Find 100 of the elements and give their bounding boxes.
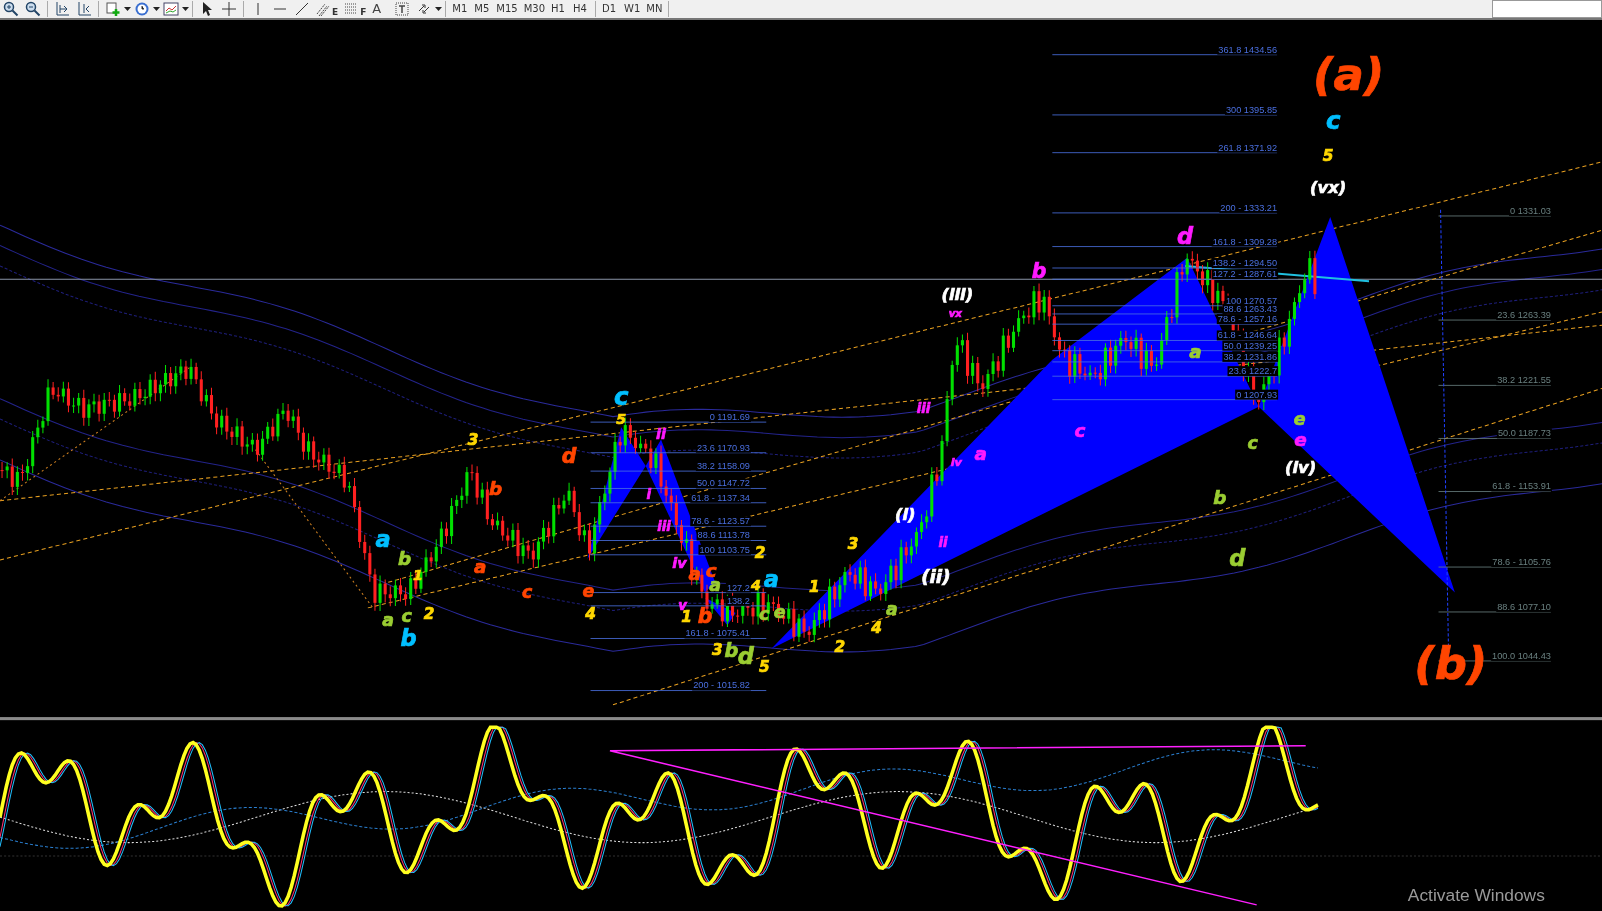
fibonacci-level-label: 0 1207.93 [1236,389,1278,400]
wave-label: 4 [751,576,761,593]
wave-label: 2 [754,543,766,562]
template-icon[interactable] [160,0,182,18]
wave-label: a [886,599,898,619]
wave-label: b [697,604,713,629]
wave-label: c [1247,432,1258,453]
wave-label: 5 [758,658,770,677]
wave-label: c [522,581,533,602]
wave-label: vx [948,308,962,319]
fibonacci-level-label: 88.6 1113.78 [697,530,750,541]
timeframe-button[interactable]: M30 [520,0,549,18]
wave-label: e [1294,428,1307,450]
fibonacci-icon [316,1,332,17]
wave-label: (ii) [921,566,951,588]
wave-label: b [400,624,417,651]
wave-label: d [1177,222,1194,249]
fibonacci-level-label: 23.6 1170.93 [696,442,750,453]
fibonacci-level-label: 38.2 1221.55 [1497,375,1551,386]
fibonacci-level-label: 78.6 - 1105.76 [1492,557,1551,567]
wave-label: (iii) [941,284,974,304]
wave-label: a [763,566,779,593]
wave-label: iii [916,400,931,416]
fibonacci-tool[interactable]: F [341,0,370,18]
wave-label: c [401,606,412,627]
timeframe-button[interactable]: M15 [493,0,521,18]
timeframe-button[interactable]: MN [643,0,666,18]
search-field[interactable] [1492,0,1602,18]
wave-label: 3 [711,640,723,659]
wave-label: i [646,486,652,502]
wave-label: a [474,556,487,578]
timeframe-button[interactable]: M1 [449,0,472,18]
fibonacci-level-label: 100 1103.75 [699,544,750,555]
fibonacci-level-label: 300 1395.85 [1226,104,1278,115]
wave-label: (iv) [1285,458,1317,478]
fibonacci-level-label: 61.8 - 1246.64 [1217,330,1278,341]
text-tool[interactable]: A [369,0,392,18]
wave-label: ii [656,426,666,443]
activate-windows-notice: Activate Windows [1407,884,1545,905]
wave-label: iv [950,456,962,469]
fibonacci-level-label: 61.8 - 1137.34 [691,492,750,503]
wave-label: ii [938,534,948,550]
fibonacci-level-label: 200 - 1015.82 [693,680,750,691]
wave-label: c [1326,106,1341,136]
wave-label: c [613,381,629,411]
fibonacci-level-label: 361.8 1434.56 [1218,44,1278,55]
wave-label: a [382,610,395,631]
fibonacci-level-label: 127.2 [726,582,750,593]
fibonacci-level-label: 100 1270.57 [1226,295,1278,306]
caret-icon[interactable] [435,7,443,11]
wave-label: 3 [847,534,859,553]
timeframe-button[interactable]: H4 [570,0,593,18]
fibonacci-level-label: 0 1191.69 [709,412,750,423]
wave-label: a [375,525,391,552]
timeframe-button[interactable]: W1 [621,0,644,18]
wave-label: iii [657,519,671,535]
wave-label: b [1213,486,1227,508]
fibonacci-level-label: 61.8 - 1153.91 [1492,481,1551,492]
fibonacci-level-label: 88.6 1263.43 [1223,303,1278,314]
timeframe-button[interactable]: H1 [548,0,571,18]
fibonacci-level-label: 23.6 1222.7 [1228,366,1278,377]
fibonacci-level-label: 50.0 1147.72 [696,478,750,489]
wave-label: b [398,548,412,569]
fibonacci-level-label: 161.8 - 1309.28 [1212,236,1278,247]
wave-label: b [488,477,503,499]
fibonacci-level-label: 50.0 1187.73 [1497,428,1551,439]
fibonacci-level-label: 138.2 - 1294.50 [1212,257,1278,268]
caret-icon[interactable] [124,7,131,11]
wave-label: c [1074,420,1086,442]
timeframe-button[interactable]: D1 [599,0,622,18]
fibonacci-level-label: 200 - 1333.21 [1220,202,1278,213]
fibonacci-level-label: 38.2 1231.86 [1223,351,1278,362]
fibonacci-level-label: 78.6 - 1123.57 [691,516,750,527]
wave-label: iv [672,555,687,572]
wave-label: a [974,442,987,464]
wave-label: b [724,638,739,662]
wave-label: d [561,443,577,468]
fibonacci-level-label: 38.2 1158.09 [696,461,750,472]
fibonacci-channel-tool[interactable]: E [313,0,342,18]
wave-label: e [1293,409,1306,430]
wave-label: a [688,563,701,585]
wave-label: 5 [1322,146,1334,165]
wave-label: 4 [871,619,882,638]
wave-label: 2 [834,637,846,656]
wave-label: 3 [467,430,479,449]
wave-label: d [737,643,754,669]
fibonacci-level-label: 100.0 1044.43 [1492,650,1551,661]
wave-label: 5 [616,411,627,428]
wave-label: d [1229,545,1246,572]
caret-icon[interactable] [153,7,160,11]
timeframe-button[interactable]: M5 [471,0,494,18]
caret-icon[interactable] [182,7,189,11]
fibonacci-level-label: 50.0 1239.25 [1223,340,1278,351]
wave-label: (b) [1414,637,1488,691]
fibonacci-level-label: 138.2 [726,595,750,606]
wave-label: 1 [808,577,820,596]
fibonacci-level-label: 23.6 1263.39 [1497,310,1551,320]
wave-label: 2 [423,605,435,624]
fibonacci-level-label: 88.6 1077.10 [1497,601,1551,612]
wave-label: (vx) [1310,178,1347,198]
